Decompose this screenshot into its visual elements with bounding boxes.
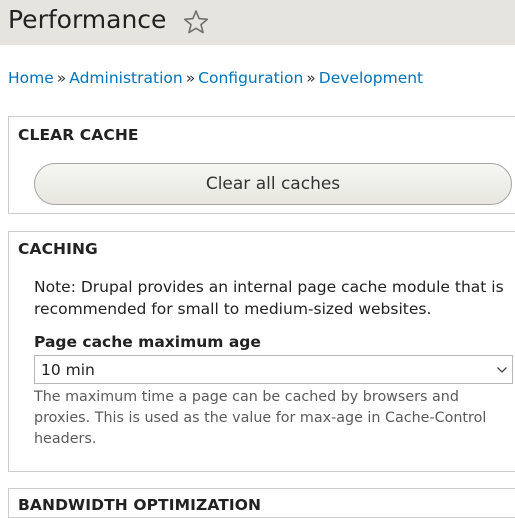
page-cache-max-age-description: The maximum time a page can be cached by… [34, 389, 487, 447]
breadcrumb-separator: » [306, 69, 316, 87]
clear-cache-legend: CLEAR CACHE [18, 126, 139, 144]
clear-cache-fieldset: CLEAR CACHE Clear all caches [8, 116, 515, 214]
breadcrumb-link-development[interactable]: Development [319, 69, 423, 87]
page-cache-max-age-label: Page cache maximum age [34, 333, 261, 351]
caching-fieldset: CACHING Note: Drupal provides an interna… [8, 231, 515, 472]
breadcrumb-separator: » [185, 69, 196, 87]
page-cache-max-age-select[interactable]: 10 min [34, 355, 513, 384]
bandwidth-optimization-fieldset: BANDWIDTH OPTIMIZATION [8, 488, 515, 518]
bandwidth-optimization-legend: BANDWIDTH OPTIMIZATION [18, 496, 262, 514]
star-icon[interactable] [183, 9, 209, 35]
breadcrumb-link-configuration[interactable]: Configuration [198, 69, 303, 87]
page-header: Performance [0, 0, 515, 45]
caching-legend: CACHING [18, 240, 98, 258]
page-title: Performance [8, 5, 167, 34]
breadcrumb-link-home[interactable]: Home [8, 69, 54, 87]
chevron-down-icon [497, 367, 507, 373]
breadcrumb-separator: » [56, 69, 67, 87]
breadcrumb: Home» Administration» Configuration» Develo… [8, 67, 423, 89]
select-value: 10 min [41, 361, 95, 379]
clear-all-caches-button[interactable]: Clear all caches [34, 163, 512, 205]
breadcrumb-link-administration[interactable]: Administration [69, 69, 182, 87]
caching-note: Note: Drupal provides an internal page c… [34, 278, 504, 318]
